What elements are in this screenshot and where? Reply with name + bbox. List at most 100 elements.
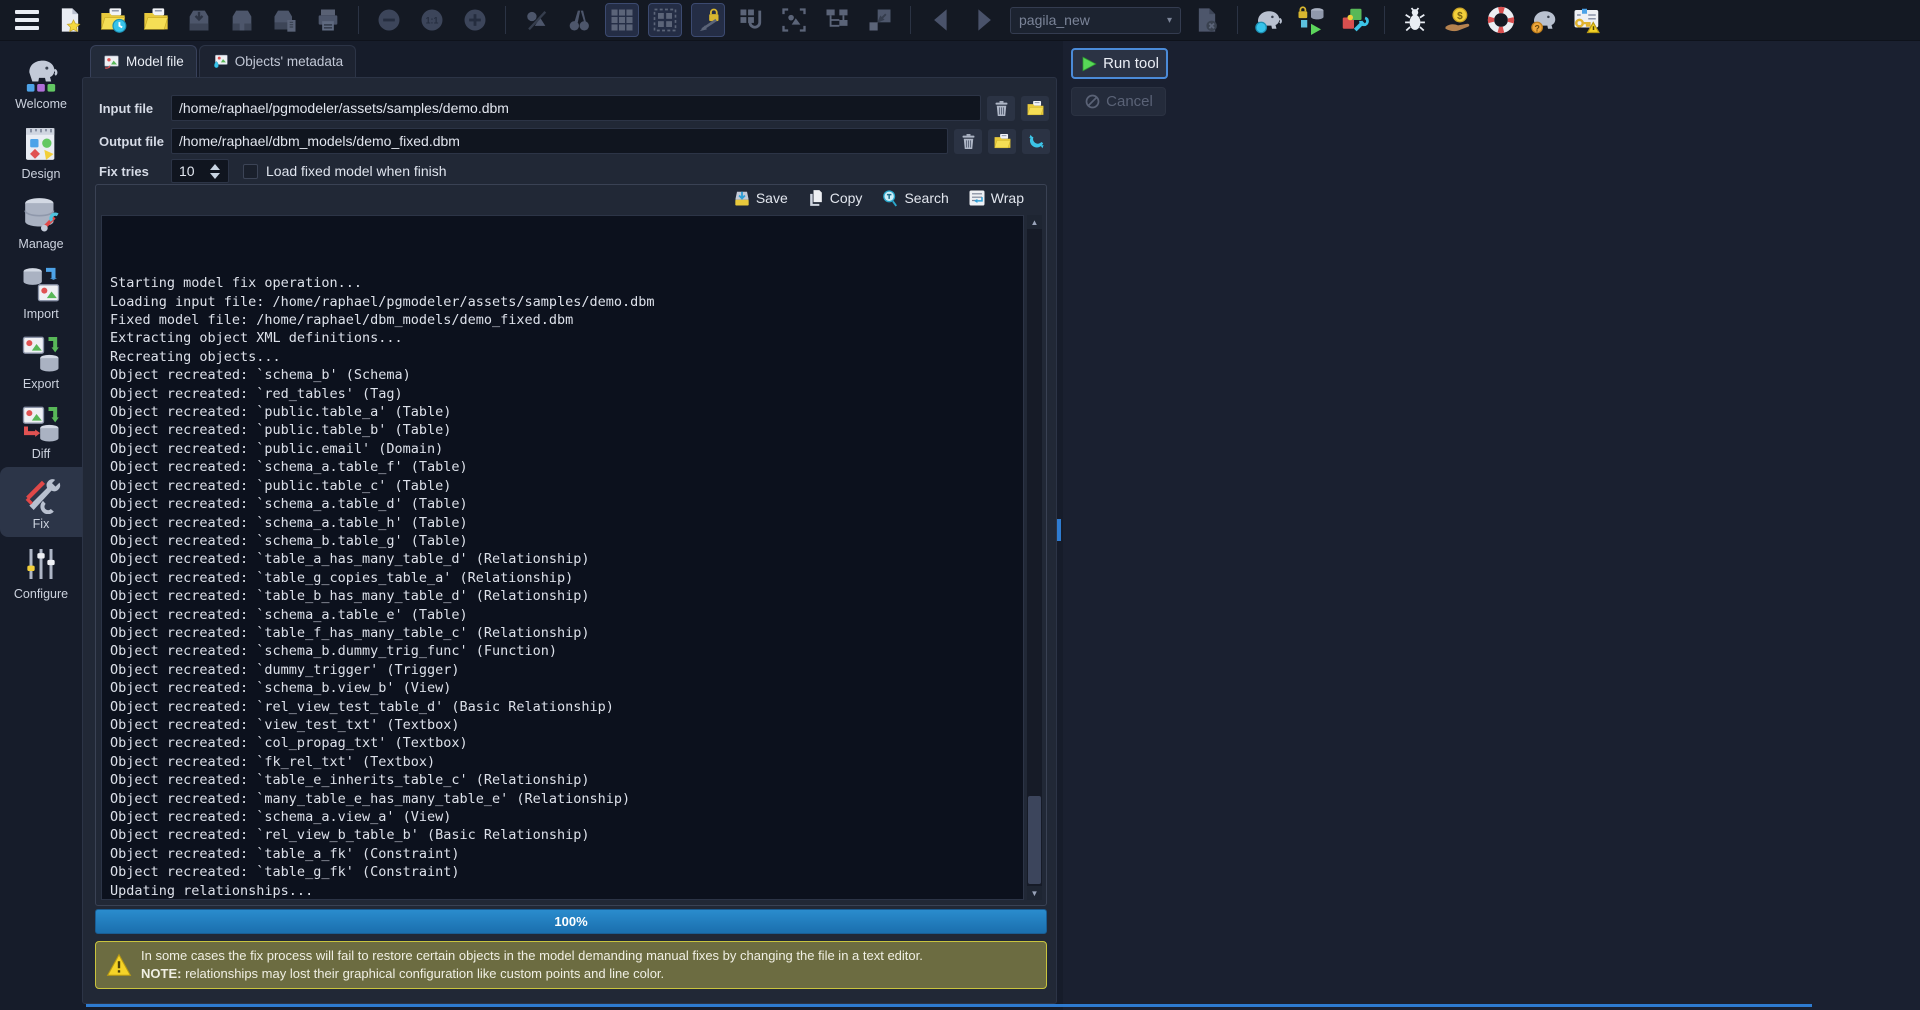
objects-metadata-icon [212, 53, 229, 70]
svg-text:1:1: 1:1 [426, 16, 439, 26]
forward-icon[interactable] [967, 3, 1001, 37]
tab-model-file[interactable]: Model file [90, 45, 197, 77]
log-output[interactable]: Starting model fix operation...Loading i… [101, 215, 1024, 900]
show-grid-icon[interactable] [605, 3, 639, 37]
output-group: Save Copy Search Wrap Starting model fix… [95, 184, 1047, 906]
sidebar-item-diff[interactable]: Diff [0, 397, 82, 467]
model-selector-value: pagila_new [1019, 12, 1090, 28]
model-selector-combo[interactable]: pagila_new ▾ [1010, 7, 1181, 34]
run-tool-button[interactable]: Run tool [1071, 48, 1168, 79]
bottom-splitter[interactable] [86, 1004, 1812, 1007]
sidebar-item-manage[interactable]: Manage [0, 187, 82, 257]
snap-to-grid-icon[interactable] [734, 3, 768, 37]
input-file-label: Input file [99, 101, 171, 116]
export-model-icon[interactable] [268, 3, 302, 37]
open-recent-icon[interactable] [96, 3, 130, 37]
spin-arrows[interactable] [210, 164, 220, 179]
reset-output-file-button[interactable] [1022, 129, 1050, 154]
splitter-handle[interactable] [1057, 519, 1061, 541]
page-delimiters-icon[interactable] [648, 3, 682, 37]
model-protection-icon[interactable] [691, 3, 725, 37]
warning-note-text: relationships may lost their graphical c… [181, 966, 664, 981]
cancel-button[interactable]: Cancel [1071, 87, 1166, 116]
input-file-field[interactable] [171, 95, 981, 121]
license-icon[interactable] [1570, 3, 1604, 37]
search-output-button[interactable]: Search [880, 188, 948, 208]
back-icon[interactable] [924, 3, 958, 37]
new-model-icon[interactable] [53, 3, 87, 37]
object-visibility-icon[interactable] [519, 3, 553, 37]
export-icon [21, 334, 61, 374]
donate-icon[interactable]: $ [1441, 3, 1475, 37]
toolbar-separator [358, 6, 359, 34]
diff-icon [21, 404, 61, 444]
sql-tool-icon[interactable] [1294, 3, 1328, 37]
output-file-field[interactable] [171, 128, 948, 154]
folder-icon [993, 132, 1012, 151]
chevron-down-icon: ▾ [1167, 15, 1172, 26]
warning-icon [106, 952, 132, 978]
fix-tries-row: Fix tries Load fixed model when finish [99, 159, 447, 183]
save-output-button[interactable]: Save [732, 188, 788, 208]
sidebar-item-design[interactable]: Design [0, 117, 82, 187]
open-model-icon[interactable] [139, 3, 173, 37]
wrap-output-button[interactable]: Wrap [967, 188, 1024, 208]
cancel-label: Cancel [1106, 93, 1153, 110]
zoom-in-icon[interactable] [458, 3, 492, 37]
welcome-icon [21, 54, 61, 94]
sidebar-item-import[interactable]: Import [0, 257, 82, 327]
fix-tries-value[interactable] [172, 163, 208, 179]
clear-output-file-button[interactable] [954, 129, 982, 154]
sidebar-item-fix[interactable]: Fix [0, 467, 82, 537]
scroll-down-icon[interactable]: ▼ [1027, 886, 1042, 900]
warning-note-label: NOTE: [141, 966, 181, 981]
support-icon[interactable] [1484, 3, 1518, 37]
close-model-icon[interactable] [1190, 3, 1224, 37]
svg-text:?: ? [1534, 23, 1539, 33]
zoom-original-icon[interactable]: 1:1 [415, 3, 449, 37]
progress-value: 100% [554, 914, 587, 929]
log-scrollbar[interactable]: ▲ ▼ [1027, 215, 1042, 900]
load-fixed-model-checkbox[interactable] [243, 164, 258, 179]
bug-report-icon[interactable] [1398, 3, 1432, 37]
print-model-icon[interactable] [311, 3, 345, 37]
scrollbar-thumb[interactable] [1028, 796, 1041, 884]
tab-objects-metadata[interactable]: Objects' metadata [199, 45, 356, 77]
toolbar-separator [1384, 6, 1385, 34]
log-toolbar: Save Copy Search Wrap [732, 188, 1024, 208]
scroll-up-icon[interactable]: ▲ [1027, 215, 1042, 229]
fix-tries-spinbox[interactable] [171, 159, 229, 183]
magnifier-icon[interactable] [562, 3, 596, 37]
browse-input-file-button[interactable] [1021, 96, 1049, 121]
sidebar-item-configure[interactable]: Configure [0, 537, 82, 607]
clear-input-file-button[interactable] [987, 96, 1015, 121]
sidebar: Welcome Design Manage Import Export Diff… [0, 41, 82, 1010]
sidebar-item-label: Import [23, 307, 58, 321]
fix-tries-label: Fix tries [99, 164, 171, 179]
compact-view-icon[interactable] [863, 3, 897, 37]
play-icon [1080, 55, 1098, 73]
model-file-tab-content: Input file Output file Fix [82, 77, 1057, 1004]
sidebar-item-label: Welcome [15, 97, 67, 111]
objects-thumbnail-icon[interactable] [777, 3, 811, 37]
load-fixed-model-label: Load fixed model when finish [266, 163, 447, 179]
save-model-as-icon[interactable] [225, 3, 259, 37]
sidebar-item-welcome[interactable]: Welcome [0, 47, 82, 117]
output-file-label: Output file [99, 134, 171, 149]
sidebar-item-export[interactable]: Export [0, 327, 82, 397]
save-model-icon[interactable] [182, 3, 216, 37]
copy-icon [806, 188, 826, 208]
scene-layout-icon[interactable] [820, 3, 854, 37]
copy-output-button[interactable]: Copy [806, 188, 863, 208]
wrap-icon [967, 188, 987, 208]
copy-label: Copy [830, 190, 863, 206]
browse-output-file-button[interactable] [988, 129, 1016, 154]
menu-icon[interactable] [10, 3, 44, 37]
zoom-out-icon[interactable] [372, 3, 406, 37]
cancel-icon [1084, 93, 1101, 110]
new-instance-icon[interactable] [1251, 3, 1285, 37]
about-icon[interactable]: ? [1527, 3, 1561, 37]
plugins-icon[interactable] [1337, 3, 1371, 37]
wrap-label: Wrap [991, 190, 1024, 206]
toolbar-separator [505, 6, 506, 34]
